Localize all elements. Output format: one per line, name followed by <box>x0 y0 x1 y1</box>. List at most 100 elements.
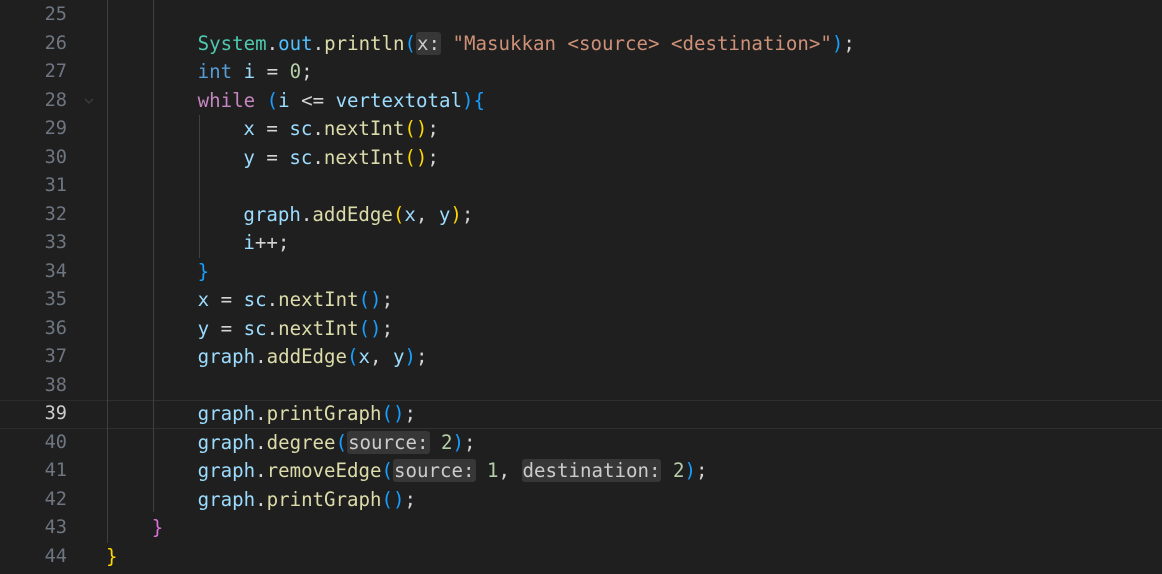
code-token: ; <box>381 288 394 311</box>
indent-guide <box>153 0 154 512</box>
line-number: 39 <box>44 403 67 424</box>
code-token: nextInt <box>323 117 405 140</box>
code-line[interactable]: 44} <box>0 543 1162 572</box>
code-token: () <box>358 316 382 340</box>
code-text: int i = 0; <box>198 58 313 87</box>
code-token: sc <box>243 288 267 311</box>
code-token: . <box>266 288 279 311</box>
code-text: System.out.println(x: "Masukkan <source>… <box>198 30 855 59</box>
code-line[interactable]: 38 <box>0 372 1162 401</box>
code-line[interactable]: 33 i++; <box>0 229 1162 258</box>
code-line[interactable]: 37 graph.addEdge(x, y); <box>0 343 1162 372</box>
code-line[interactable]: 36 y = sc.nextInt(); <box>0 315 1162 344</box>
code-token: degree <box>266 430 336 454</box>
code-token: , <box>498 459 522 482</box>
code-token: <= <box>289 88 336 112</box>
code-editor[interactable]: 25 26 System.out.println(x: "Masukkan <sou… <box>0 0 1162 574</box>
code-text: graph.degree(source: 2); <box>198 429 476 458</box>
code-token: ( <box>266 88 279 112</box>
line-number: 38 <box>44 374 67 396</box>
code-token: ( <box>335 430 348 454</box>
code-token: ; <box>381 316 394 340</box>
code-token: nextInt <box>278 316 359 340</box>
code-line[interactable]: 26 System.out.println(x: "Masukkan <sourc… <box>0 30 1162 59</box>
code-token: graph <box>243 202 301 226</box>
code-text: } <box>198 258 210 287</box>
code-text: y = sc.nextInt(); <box>243 144 438 173</box>
code-token: 2 <box>441 430 453 454</box>
code-token: x <box>358 345 371 368</box>
line-number: 43 <box>44 517 67 538</box>
code-token: out <box>278 31 313 55</box>
code-line[interactable]: 27 int i = 0; <box>0 58 1162 87</box>
code-token: ; <box>427 145 439 169</box>
line-number: 30 <box>44 146 67 168</box>
code-text: graph.addEdge(x, y); <box>198 343 428 372</box>
code-line[interactable]: 28 while (i <= vertextotal){ <box>0 87 1162 116</box>
line-number: 29 <box>44 118 67 139</box>
code-token: 1 <box>487 459 499 482</box>
code-text: y = sc.nextInt(); <box>198 315 393 344</box>
code-token: = <box>209 316 244 340</box>
code-token: . <box>255 402 267 425</box>
code-token: = <box>255 60 290 83</box>
code-text: graph.addEdge(x, y); <box>243 201 473 230</box>
code-token: } <box>151 516 164 539</box>
code-line[interactable]: 25 <box>0 1 1162 30</box>
chevron-down-icon[interactable] <box>82 94 96 108</box>
line-number: 36 <box>44 317 67 339</box>
code-line[interactable]: 32 graph.addEdge(x, y); <box>0 201 1162 230</box>
code-token: sc <box>243 316 267 340</box>
code-token: . <box>266 316 279 340</box>
code-text: } <box>152 514 164 543</box>
code-token: ( <box>392 202 405 226</box>
code-token: ( <box>404 31 417 55</box>
code-token: graph <box>197 487 256 511</box>
hint-gap <box>476 459 488 482</box>
code-line[interactable]: 40 graph.degree(source: 2); <box>0 429 1162 458</box>
code-text: graph.printGraph(); <box>198 400 416 429</box>
code-line[interactable]: 35 x = sc.nextInt(); <box>0 286 1162 315</box>
code-token: } <box>106 544 118 568</box>
code-token: sc <box>289 145 313 169</box>
code-token: y <box>243 145 255 169</box>
code-text: i++; <box>243 229 289 258</box>
line-number: 41 <box>44 460 67 481</box>
code-token: ; <box>427 117 439 140</box>
code-token: ) <box>684 459 696 482</box>
code-token: printGraph <box>266 487 382 511</box>
inlay-hint: destination: <box>521 459 662 482</box>
indent-guide <box>199 115 200 258</box>
code-line[interactable]: 29 x = sc.nextInt(); <box>0 115 1162 144</box>
code-token: ) <box>404 345 417 368</box>
code-line[interactable]: 31 <box>0 172 1162 201</box>
code-token: x <box>197 288 210 311</box>
code-token: () <box>404 117 428 140</box>
code-line[interactable]: 30 y = sc.nextInt(); <box>0 144 1162 173</box>
line-number: 25 <box>44 4 67 25</box>
code-token: nextInt <box>323 145 405 169</box>
code-line[interactable]: 34} <box>0 258 1162 287</box>
code-line[interactable]: 42 graph.printGraph(); <box>0 486 1162 515</box>
code-line[interactable]: 41 graph.removeEdge(source: 1, destinatio… <box>0 457 1162 486</box>
code-token: vertextotal <box>335 88 463 112</box>
code-line[interactable]: 43} <box>0 514 1162 543</box>
code-token: . <box>300 202 313 226</box>
code-token: println <box>324 31 405 55</box>
inlay-hint: source: <box>393 459 476 482</box>
code-token: } <box>197 259 210 283</box>
code-token: int <box>197 60 233 83</box>
code-token: = <box>209 288 244 311</box>
code-token: sc <box>289 117 313 140</box>
line-number: 37 <box>44 346 67 367</box>
code-token: i <box>278 88 290 112</box>
code-token: . <box>266 31 279 55</box>
indent-guide <box>107 0 108 543</box>
code-token: graph <box>197 459 256 482</box>
code-token: ) <box>452 430 465 454</box>
code-token: . <box>255 459 267 482</box>
code-line[interactable]: 39 graph.printGraph(); <box>0 400 1162 429</box>
code-token: graph <box>197 402 256 425</box>
line-number: 26 <box>44 32 67 54</box>
